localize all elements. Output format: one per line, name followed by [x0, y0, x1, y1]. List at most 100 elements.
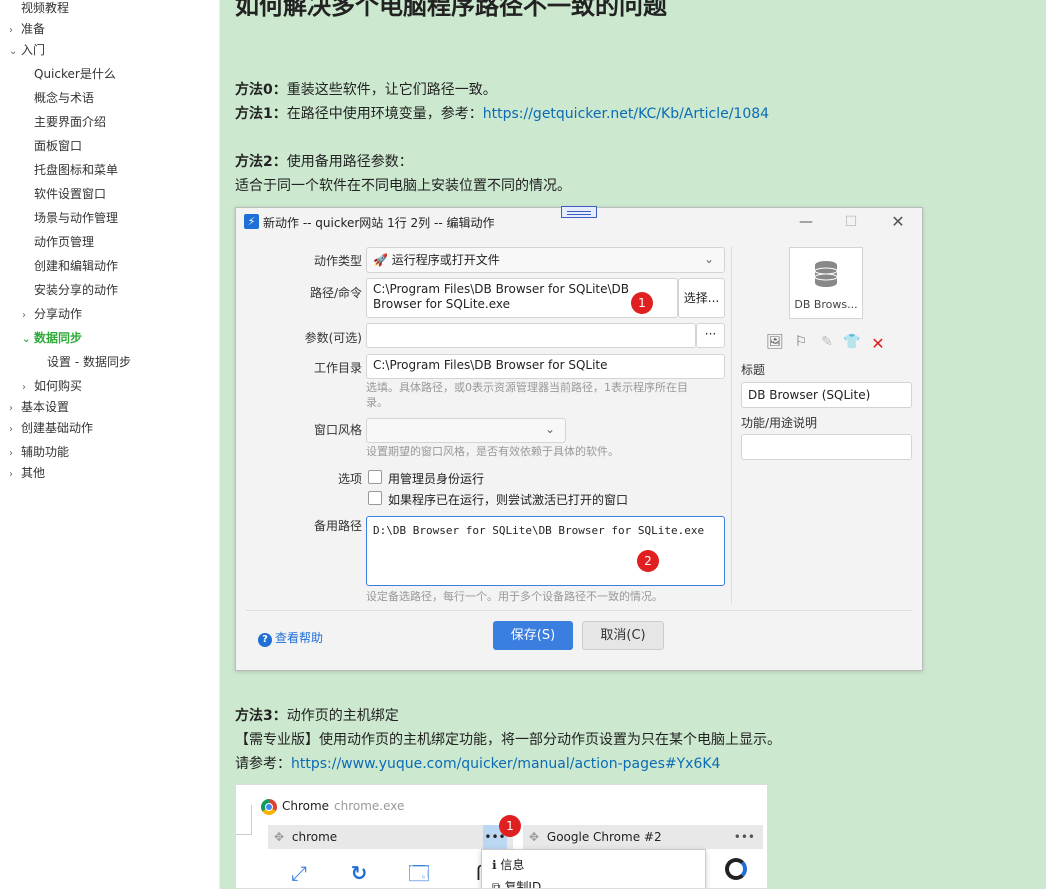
- sidebar-item-label: 视频教程: [21, 1, 70, 15]
- delete-icon[interactable]: ✕: [869, 334, 887, 353]
- tab-chrome-2-label: Google Chrome #2: [546, 830, 662, 844]
- main-content: 如何解决多个电脑程序路径不一致的问题 方法0：重装这些软件，让它们路径一致。 方…: [220, 0, 1046, 889]
- action-type-select[interactable]: 🚀 运行程序或打开文件 ⌄: [366, 247, 725, 273]
- sidebar-item[interactable]: › 如何购买: [22, 376, 82, 396]
- cancel-button[interactable]: 取消(C): [582, 621, 664, 650]
- sidebar-item-label: 主要界面介绍: [34, 115, 107, 129]
- sidebar-item[interactable]: ⌄ 入门: [9, 40, 45, 60]
- backup-path-input[interactable]: D:\DB Browser for SQLite\DB Browser for …: [366, 516, 725, 586]
- sidebar-item[interactable]: 安装分享的动作: [34, 280, 118, 300]
- title-input[interactable]: DB Browser (SQLite): [741, 382, 912, 408]
- action-icon-caption: DB Brows...: [794, 298, 858, 311]
- sidebar-item[interactable]: › 辅助功能: [9, 442, 69, 462]
- sidebar-item[interactable]: 视频教程: [21, 0, 69, 18]
- sidebar-item-label: 面板窗口: [34, 139, 83, 153]
- refresh-icon[interactable]: ↻: [341, 855, 377, 888]
- close-icon[interactable]: ✕: [886, 212, 910, 232]
- sidebar-item[interactable]: 创建和编辑动作: [34, 256, 118, 276]
- method1-link[interactable]: https://getquicker.net/KC/Kb/Article/108…: [483, 106, 769, 122]
- move-icon: ✥: [274, 830, 285, 844]
- sidebar-item[interactable]: 概念与术语: [34, 88, 94, 108]
- sidebar-item[interactable]: › 基本设置: [9, 397, 69, 417]
- method1-text: 在路径中使用环境变量，参考：: [286, 106, 483, 122]
- context-menu: ℹ 信息 ⧉ 复制ID: [481, 849, 706, 888]
- method1-label: 方法1：: [235, 106, 287, 122]
- app-circle-icon[interactable]: [718, 855, 754, 888]
- chevron-right-icon: ›: [22, 310, 26, 321]
- sidebar: 视频教程 › 准备 ⌄ 入门 Quicker是什么 概念与术语 主要界面介绍 面板窗口 托盘图标和…: [0, 0, 220, 889]
- sidebar-item-label: 准备: [21, 22, 46, 36]
- method3-ref-label: 请参考：: [235, 756, 291, 772]
- sidebar-item[interactable]: › 其他: [9, 463, 45, 483]
- chrome-action-page-screenshot: Chrome chrome.exe ✥ chrome ••• 1 ✥ Googl…: [235, 784, 768, 889]
- sidebar-item-label: 概念与术语: [34, 91, 95, 105]
- workdir-hint-1: 选填。具体路径，或0表示资源管理器当前路径，1表示程序所在目: [366, 381, 688, 394]
- params-input[interactable]: [366, 323, 696, 348]
- flag-icon[interactable]: ⚐: [792, 334, 810, 350]
- shirt-icon[interactable]: 👕: [843, 334, 861, 350]
- workdir-input[interactable]: C:\Program Files\DB Browser for SQLite: [366, 354, 725, 379]
- sidebar-item-label: 设置 - 数据同步: [47, 355, 131, 369]
- path-line1: C:\Program Files\DB Browser for SQLite\D…: [373, 282, 630, 296]
- tab-chrome-label: chrome: [291, 830, 338, 844]
- action-type-value: 运行程序或打开文件: [391, 253, 500, 267]
- help-label: 查看帮助: [275, 631, 324, 645]
- sidebar-item-label: 动作页管理: [34, 235, 95, 249]
- sidebar-item-label: 创建基础动作: [21, 421, 94, 435]
- choose-button[interactable]: 选择...: [678, 278, 725, 318]
- method3-label: 方法3：: [235, 708, 287, 724]
- tab-chrome-2[interactable]: ✥ Google Chrome #2 •••: [523, 825, 763, 849]
- params-more-button[interactable]: ···: [696, 323, 725, 348]
- activate-checkbox-label: 如果程序已在运行，则尝试激活已打开的窗口: [388, 493, 629, 507]
- save-button[interactable]: 保存(S): [493, 621, 573, 650]
- window-icon[interactable]: 🗔: [401, 855, 437, 888]
- action-icon-box[interactable]: DB Brows...: [789, 247, 863, 319]
- winstyle-hint: 设置期望的窗口风格，是否有效依赖于具体的软件。: [366, 445, 619, 458]
- dialog-titlebar[interactable]: ⚡ 新动作 -- quicker网站 1行 2列 -- 编辑动作 — ☐ ✕: [236, 206, 922, 236]
- sidebar-item-label: 其他: [21, 466, 46, 480]
- sidebar-item[interactable]: › 分享动作: [22, 304, 82, 324]
- chevron-right-icon: ›: [9, 403, 13, 414]
- menu-info-label: 信息: [500, 858, 525, 872]
- sidebar-item[interactable]: 软件设置窗口: [34, 184, 106, 204]
- info-icon: ℹ: [492, 858, 497, 872]
- drag-handle-icon[interactable]: [561, 206, 597, 218]
- sidebar-item[interactable]: 主要界面介绍: [34, 112, 106, 132]
- admin-checkbox[interactable]: [368, 470, 382, 484]
- image-icon[interactable]: 🖼: [766, 334, 784, 350]
- chevron-right-icon: ›: [22, 382, 26, 393]
- external-link-icon[interactable]: ⤢: [281, 855, 317, 888]
- sidebar-item[interactable]: Quicker是什么: [34, 64, 116, 84]
- sidebar-item-label: 如何购买: [34, 379, 83, 393]
- sidebar-item[interactable]: 设置 - 数据同步: [47, 352, 131, 372]
- edit-action-dialog: ⚡ 新动作 -- quicker网站 1行 2列 -- 编辑动作 — ☐ ✕ 动…: [235, 206, 923, 671]
- run-program-icon: 🚀: [373, 253, 388, 267]
- menu-item-copy[interactable]: ⧉ 复制ID: [492, 878, 541, 888]
- maximize-icon[interactable]: ☐: [839, 212, 863, 232]
- chrome-app-name: Chrome: [282, 799, 330, 813]
- quicker-app-icon: ⚡: [244, 214, 259, 229]
- activate-checkbox[interactable]: [368, 491, 382, 505]
- desc-input[interactable]: [741, 434, 912, 460]
- sidebar-item-label: 分享动作: [34, 307, 83, 321]
- sidebar-item-label: 入门: [21, 43, 46, 57]
- sidebar-item[interactable]: ⌄ 数据同步: [22, 328, 82, 348]
- tab-chrome[interactable]: ✥ chrome •••: [268, 825, 513, 849]
- sidebar-item[interactable]: 动作页管理: [34, 232, 94, 252]
- help-link[interactable]: ? 查看帮助: [258, 629, 323, 647]
- method3-link[interactable]: https://www.yuque.com/quicker/manual/act…: [291, 756, 720, 772]
- sidebar-item[interactable]: › 准备: [9, 19, 45, 39]
- minimize-icon[interactable]: —: [794, 212, 818, 232]
- chevron-right-icon: ›: [9, 469, 13, 480]
- sidebar-item[interactable]: 场景与动作管理: [34, 208, 118, 228]
- menu-item-info[interactable]: ℹ 信息: [492, 856, 524, 873]
- sidebar-item[interactable]: 面板窗口: [34, 136, 82, 156]
- winstyle-select[interactable]: ⌄: [366, 418, 566, 443]
- sidebar-item-label: 软件设置窗口: [34, 187, 107, 201]
- pen-icon[interactable]: ✎: [818, 334, 836, 350]
- admin-checkbox-label: 用管理员身份运行: [388, 472, 485, 486]
- sidebar-item[interactable]: 托盘图标和菜单: [34, 160, 118, 180]
- workdir-label: 工作目录: [313, 361, 362, 375]
- sidebar-item[interactable]: › 创建基础动作: [9, 418, 93, 438]
- more-icon[interactable]: •••: [734, 825, 755, 849]
